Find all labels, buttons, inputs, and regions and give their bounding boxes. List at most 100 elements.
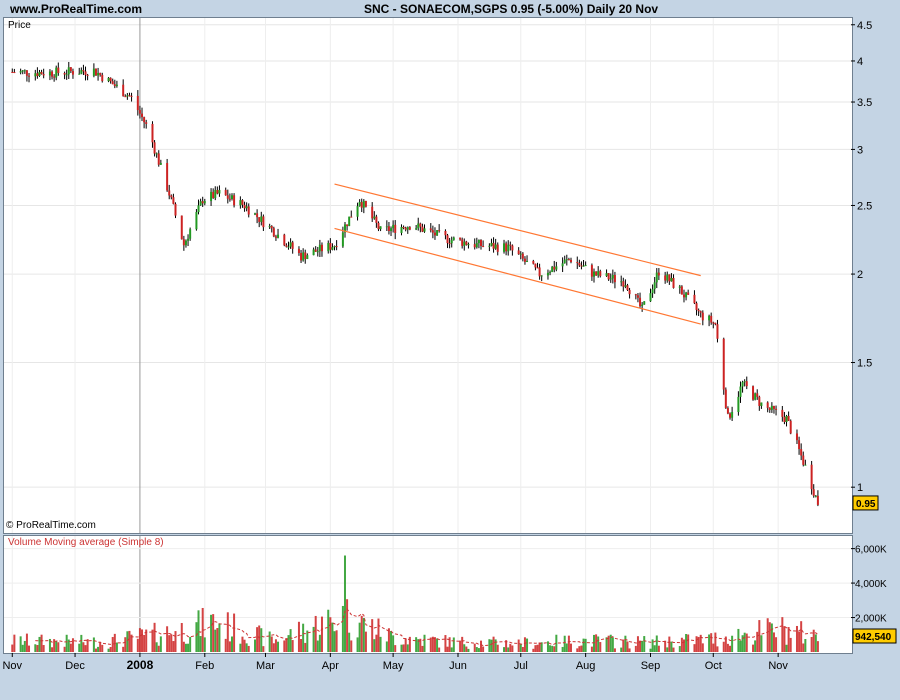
- volume-bar: [19, 636, 22, 652]
- candle-body: [670, 277, 673, 282]
- volume-bar: [335, 630, 338, 652]
- volume-bar: [444, 635, 447, 652]
- candle-body: [289, 242, 292, 247]
- x-tick-label: Nov: [768, 660, 788, 672]
- volume-bar: [473, 643, 476, 652]
- candle-body: [599, 271, 602, 277]
- candle-body: [350, 216, 353, 218]
- volume-bar: [21, 644, 24, 652]
- volume-bar: [595, 634, 598, 652]
- volume-bar: [402, 644, 405, 652]
- volume-indicator-label: Volume Moving average (Simple 8): [8, 537, 164, 548]
- candle-body: [695, 303, 698, 310]
- candle-body: [297, 248, 300, 253]
- candle-body: [55, 67, 58, 78]
- candle-body: [431, 230, 434, 233]
- candle-body: [172, 197, 175, 204]
- candle-body: [86, 74, 89, 76]
- candle-body: [287, 246, 290, 248]
- candle-body: [304, 252, 307, 260]
- volume-bar: [216, 628, 219, 652]
- candle-body: [170, 195, 173, 198]
- volume-bar: [511, 645, 514, 652]
- volume-bar: [327, 609, 330, 652]
- price-axis-label: Price: [8, 20, 31, 31]
- volume-bar: [226, 612, 229, 652]
- volume-bar: [124, 637, 127, 652]
- volume-bar: [107, 648, 110, 652]
- candle-body: [507, 244, 510, 252]
- volume-bar: [289, 629, 292, 652]
- volume-bar: [316, 640, 319, 652]
- candle-body: [302, 252, 305, 261]
- x-tick-label: Dec: [65, 660, 85, 672]
- volume-bar: [605, 637, 608, 652]
- candle-body: [546, 272, 549, 276]
- candle-body: [320, 244, 323, 252]
- candle-body: [314, 249, 317, 252]
- volume-bar: [620, 647, 623, 652]
- candle-body: [641, 304, 644, 307]
- candle-body: [166, 162, 169, 191]
- volume-bar: [218, 623, 221, 652]
- x-tick-label: Sep: [641, 660, 661, 672]
- volume-bar: [795, 625, 798, 652]
- candle-body: [128, 95, 131, 97]
- candle-body: [785, 415, 788, 422]
- volume-bar: [590, 646, 593, 652]
- candle-body: [99, 72, 102, 75]
- candle-body: [233, 195, 236, 206]
- candle-body: [567, 259, 570, 261]
- candle-body: [404, 227, 407, 230]
- candle-body: [768, 407, 771, 410]
- volume-bar: [187, 643, 190, 652]
- volume-bar: [143, 634, 146, 652]
- volume-bar: [212, 614, 215, 652]
- candle-body: [505, 243, 508, 252]
- volume-bar: [155, 642, 158, 652]
- volume-bar: [228, 641, 231, 652]
- volume-bar: [362, 618, 365, 652]
- volume-bar: [94, 648, 97, 652]
- candle-body: [775, 408, 778, 410]
- candle-body: [655, 272, 658, 283]
- volume-bar: [770, 623, 773, 652]
- candle-body: [722, 338, 725, 390]
- candle-body: [511, 245, 514, 251]
- candle-body: [783, 416, 786, 422]
- candle-body: [699, 311, 702, 313]
- candle-body: [373, 216, 376, 219]
- candle-body: [214, 189, 217, 199]
- volume-bar: [92, 637, 95, 652]
- volume-bar: [812, 629, 815, 652]
- volume-bar: [260, 628, 263, 652]
- volume-bar: [482, 646, 485, 652]
- volume-bar: [115, 642, 118, 652]
- volume-bar: [241, 636, 244, 652]
- volume-bar: [708, 634, 711, 652]
- volume-bar: [151, 629, 154, 652]
- candle-body: [814, 495, 817, 497]
- candle-body: [643, 301, 646, 305]
- candle-body: [283, 234, 286, 246]
- candle-body: [795, 433, 798, 441]
- volume-bar: [714, 632, 717, 652]
- candle-body: [356, 206, 359, 217]
- volume-bar: [465, 646, 468, 652]
- candle-body: [798, 440, 801, 450]
- candle-body: [254, 213, 257, 215]
- candle-body: [436, 230, 439, 236]
- volume-bar: [802, 643, 805, 652]
- volume-bar: [477, 648, 480, 652]
- volume-bar: [224, 638, 227, 652]
- candle-body: [78, 73, 81, 75]
- candle-body: [756, 393, 759, 397]
- volume-bar: [666, 647, 669, 652]
- volume-bar: [379, 636, 382, 652]
- volume-bar: [613, 648, 616, 652]
- candle-body: [672, 277, 675, 288]
- volume-bar: [80, 634, 83, 652]
- candle-body: [109, 77, 112, 82]
- candle-body: [653, 282, 656, 290]
- volume-bar: [446, 646, 449, 652]
